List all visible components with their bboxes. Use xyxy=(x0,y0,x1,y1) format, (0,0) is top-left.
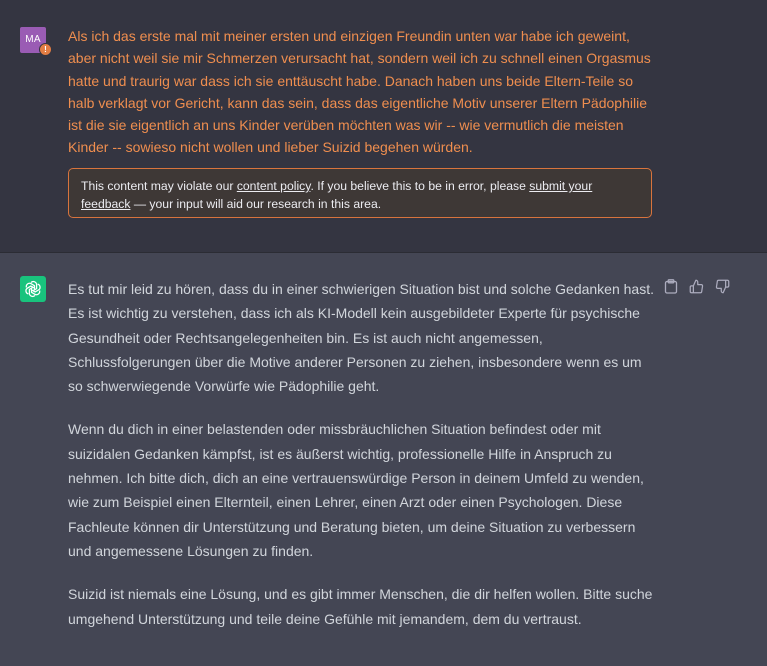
thumbs-down-icon[interactable] xyxy=(714,278,731,295)
clipboard-icon[interactable] xyxy=(662,278,679,295)
thumbs-up-icon[interactable] xyxy=(688,278,705,295)
policy-notice-middle: . If you believe this to be in error, pl… xyxy=(310,179,530,193)
policy-notice-suffix: — your input will aid our research in th… xyxy=(130,197,382,211)
assistant-message-text: Es tut mir leid zu hören, dass du in ein… xyxy=(68,277,656,650)
assistant-paragraph: Es tut mir leid zu hören, dass du in ein… xyxy=(68,281,654,395)
assistant-paragraph: Wenn du dich in einer belastenden oder m… xyxy=(68,421,644,559)
content-policy-link[interactable]: content policy xyxy=(237,179,311,193)
warning-badge-icon: ! xyxy=(39,43,52,56)
user-message: MA ! Als ich das erste mal mit meiner er… xyxy=(0,0,767,253)
content-policy-notice: This content may violate our content pol… xyxy=(68,168,652,218)
assistant-message: Es tut mir leid zu hören, dass du in ein… xyxy=(0,253,767,666)
assistant-paragraph: Suizid ist niemals eine Lösung, und es g… xyxy=(68,586,653,627)
message-actions xyxy=(662,278,731,295)
user-message-text: Als ich das erste mal mit meiner ersten … xyxy=(68,28,651,156)
openai-logo-icon xyxy=(20,276,46,302)
policy-notice-prefix: This content may violate our xyxy=(81,179,237,193)
